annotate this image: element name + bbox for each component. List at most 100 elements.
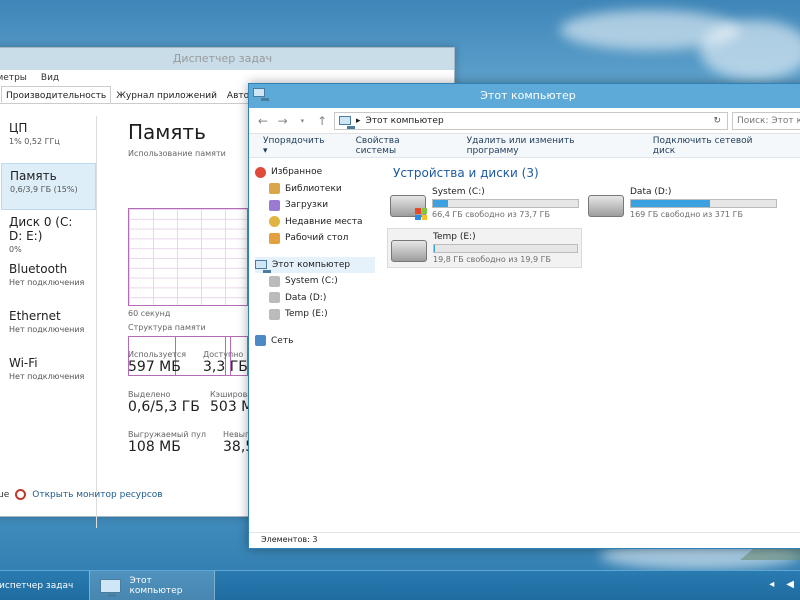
sidebar-item-bluetooth[interactable]: Bluetooth Нет подключения — [1, 257, 96, 304]
windows-logo-icon — [415, 208, 427, 220]
drive-free-space: 19,8 ГБ свободно из 19,9 ГБ — [433, 255, 552, 264]
sidebar-item-sub: Нет подключения — [9, 372, 85, 381]
in-use-label: Используется — [128, 350, 187, 359]
navigation-pane: Избранное Библиотеки Загрузки Недавние м… — [255, 164, 375, 349]
sidebar-item-label: ЦП — [9, 121, 28, 135]
computer-icon — [100, 579, 122, 597]
organize-button[interactable]: Упорядочить ▾ — [263, 136, 332, 156]
sidebar-item-ethernet[interactable]: Ethernet Нет подключения — [1, 304, 96, 351]
drive-temp-e[interactable]: Temp (E:) 19,8 ГБ свободно из 19,9 ГБ — [387, 228, 582, 268]
computer-icon — [253, 88, 269, 101]
network-icon — [255, 335, 266, 347]
star-icon — [255, 166, 266, 178]
devices-group-header[interactable]: Устройства и диски (3) — [385, 166, 800, 180]
recent-dropdown-icon[interactable]: ▾ — [295, 117, 311, 125]
hard-drive-icon — [588, 195, 624, 217]
memory-usage-graph — [128, 208, 248, 306]
tab-performance[interactable]: Производительность — [1, 86, 112, 103]
sidebar-item-label: Wi-Fi — [9, 356, 38, 370]
explorer-window: Этот компьютер ← → ▾ ↑ ▸ Этот компьютер … — [248, 83, 800, 549]
task-manager-title[interactable]: Диспетчер задач — [0, 48, 454, 70]
nav-drive-d[interactable]: Data (D:) — [255, 290, 375, 307]
computer-icon — [255, 260, 271, 274]
sidebar-item-label: Bluetooth — [9, 262, 68, 276]
drive-name: Data (D:) — [630, 187, 672, 197]
drive-name: System (C:) — [432, 187, 485, 197]
paged-pool-value: 108 МБ — [128, 439, 181, 455]
resource-monitor-icon — [15, 489, 27, 500]
nav-drive-c[interactable]: System (C:) — [255, 273, 375, 290]
drive-usage-bar — [433, 244, 578, 253]
downloads-icon — [269, 199, 280, 211]
sidebar-item-cpu[interactable]: ЦП 1% 0,52 ГГц — [1, 116, 96, 163]
nav-favorites[interactable]: Избранное — [255, 164, 375, 181]
recent-places-icon — [269, 216, 280, 228]
back-arrow-icon[interactable]: ← — [255, 114, 271, 128]
taskbar: Диспетчер задач Этот компьютер ◂ ◀ — [0, 570, 800, 600]
drive-icon — [269, 292, 280, 304]
taskbar-item-this-pc[interactable]: Этот компьютер — [89, 571, 216, 600]
nav-recent-places[interactable]: Недавние места — [255, 214, 375, 231]
paged-pool-label: Выгружаемый пул — [128, 430, 207, 439]
drive-usage-bar — [630, 199, 777, 208]
sidebar-item-label: Ethernet — [9, 309, 61, 323]
taskbar-item-task-manager[interactable]: Диспетчер задач — [0, 571, 83, 600]
nav-network[interactable]: Сеть — [255, 333, 375, 350]
nav-downloads[interactable]: Загрузки — [255, 197, 375, 214]
address-bar[interactable]: ▸ Этот компьютер ↻ — [334, 111, 728, 130]
libraries-icon — [269, 183, 280, 195]
volume-icon[interactable]: ◀ — [786, 579, 794, 590]
drive-icon — [269, 308, 280, 320]
sidebar-item-wifi[interactable]: Wi-Fi Нет подключения — [1, 351, 96, 398]
uninstall-program-button[interactable]: Удалить или изменить программу — [467, 136, 629, 156]
drive-system-c[interactable]: System (C:) 66,4 ГБ свободно из 73,7 ГБ — [387, 184, 582, 224]
nav-libraries[interactable]: Библиотеки — [255, 181, 375, 198]
content-pane: Устройства и диски (3) System (C:) 66,4 … — [385, 164, 800, 268]
nav-drive-e[interactable]: Temp (E:) — [255, 306, 375, 323]
menu-options[interactable]: Параметры — [0, 70, 27, 86]
nav-desktop[interactable]: Рабочий стол — [255, 230, 375, 247]
available-value: 3,3 ГБ — [203, 359, 248, 375]
seconds-label: 60 секунд — [128, 309, 171, 318]
memory-panel: Память Использование памяти — [128, 120, 258, 158]
drive-icon — [269, 275, 280, 287]
breadcrumb[interactable]: Этот компьютер — [366, 116, 444, 126]
drive-usage-bar — [432, 199, 579, 208]
menu-view[interactable]: Вид — [41, 70, 59, 86]
in-use-value: 597 МБ — [128, 359, 181, 375]
forward-arrow-icon[interactable]: → — [275, 114, 291, 128]
breadcrumb-separator-icon: ▸ — [356, 115, 361, 126]
sidebar-item-sub: Нет подключения — [9, 278, 85, 287]
sidebar-item-sub: Нет подключения — [9, 325, 85, 334]
hard-drive-icon — [390, 195, 427, 220]
desktop-icon — [269, 232, 280, 244]
tab-app-history[interactable]: Журнал приложений — [111, 86, 222, 103]
task-manager-footer: Меньше Открыть монитор ресурсов — [0, 489, 163, 500]
resource-monitor-link[interactable]: Открыть монитор ресурсов — [32, 490, 162, 500]
fewer-details-link[interactable]: Меньше — [0, 490, 9, 500]
panel-heading: Память — [128, 120, 206, 144]
committed-value: 0,6/5,3 ГБ — [128, 399, 200, 415]
performance-sidebar: ЦП 1% 0,52 ГГц Память 0,6/3,9 ГБ (15%) Д… — [1, 116, 97, 528]
up-arrow-icon[interactable]: ↑ — [314, 114, 330, 128]
system-properties-button[interactable]: Свойства системы — [356, 136, 443, 156]
drive-data-d[interactable]: Data (D:) 169 ГБ свободно из 371 ГБ — [585, 184, 780, 224]
tray-chevron-icon[interactable]: ◂ — [769, 579, 774, 590]
nav-this-pc[interactable]: Этот компьютер — [255, 256, 375, 274]
sidebar-item-disk[interactable]: Диск 0 (C: D: E:) 0% — [1, 210, 96, 257]
usage-label: Использование памяти — [128, 149, 226, 158]
refresh-icon[interactable]: ↻ — [713, 116, 721, 126]
address-bar-row: ← → ▾ ↑ ▸ Этот компьютер ↻ Поиск: Этот к… — [249, 108, 800, 134]
explorer-title: Этот компьютер — [480, 89, 576, 102]
sidebar-item-label: Диск 0 (C: D: E:) — [9, 215, 73, 243]
explorer-titlebar[interactable]: Этот компьютер — [249, 84, 800, 108]
sidebar-item-label: Память — [10, 169, 57, 183]
committed-label: Выделено — [128, 390, 171, 399]
structure-label: Структура памяти — [128, 323, 206, 332]
search-input[interactable]: Поиск: Этот компьютер — [731, 111, 800, 130]
sidebar-item-memory[interactable]: Память 0,6/3,9 ГБ (15%) — [1, 163, 96, 210]
sidebar-item-sub: 0% — [9, 245, 22, 254]
status-bar: Элементов: 3 — [249, 532, 800, 548]
command-bar: Упорядочить ▾ Свойства системы Удалить и… — [249, 134, 800, 158]
map-network-drive-button[interactable]: Подключить сетевой диск — [653, 136, 778, 156]
